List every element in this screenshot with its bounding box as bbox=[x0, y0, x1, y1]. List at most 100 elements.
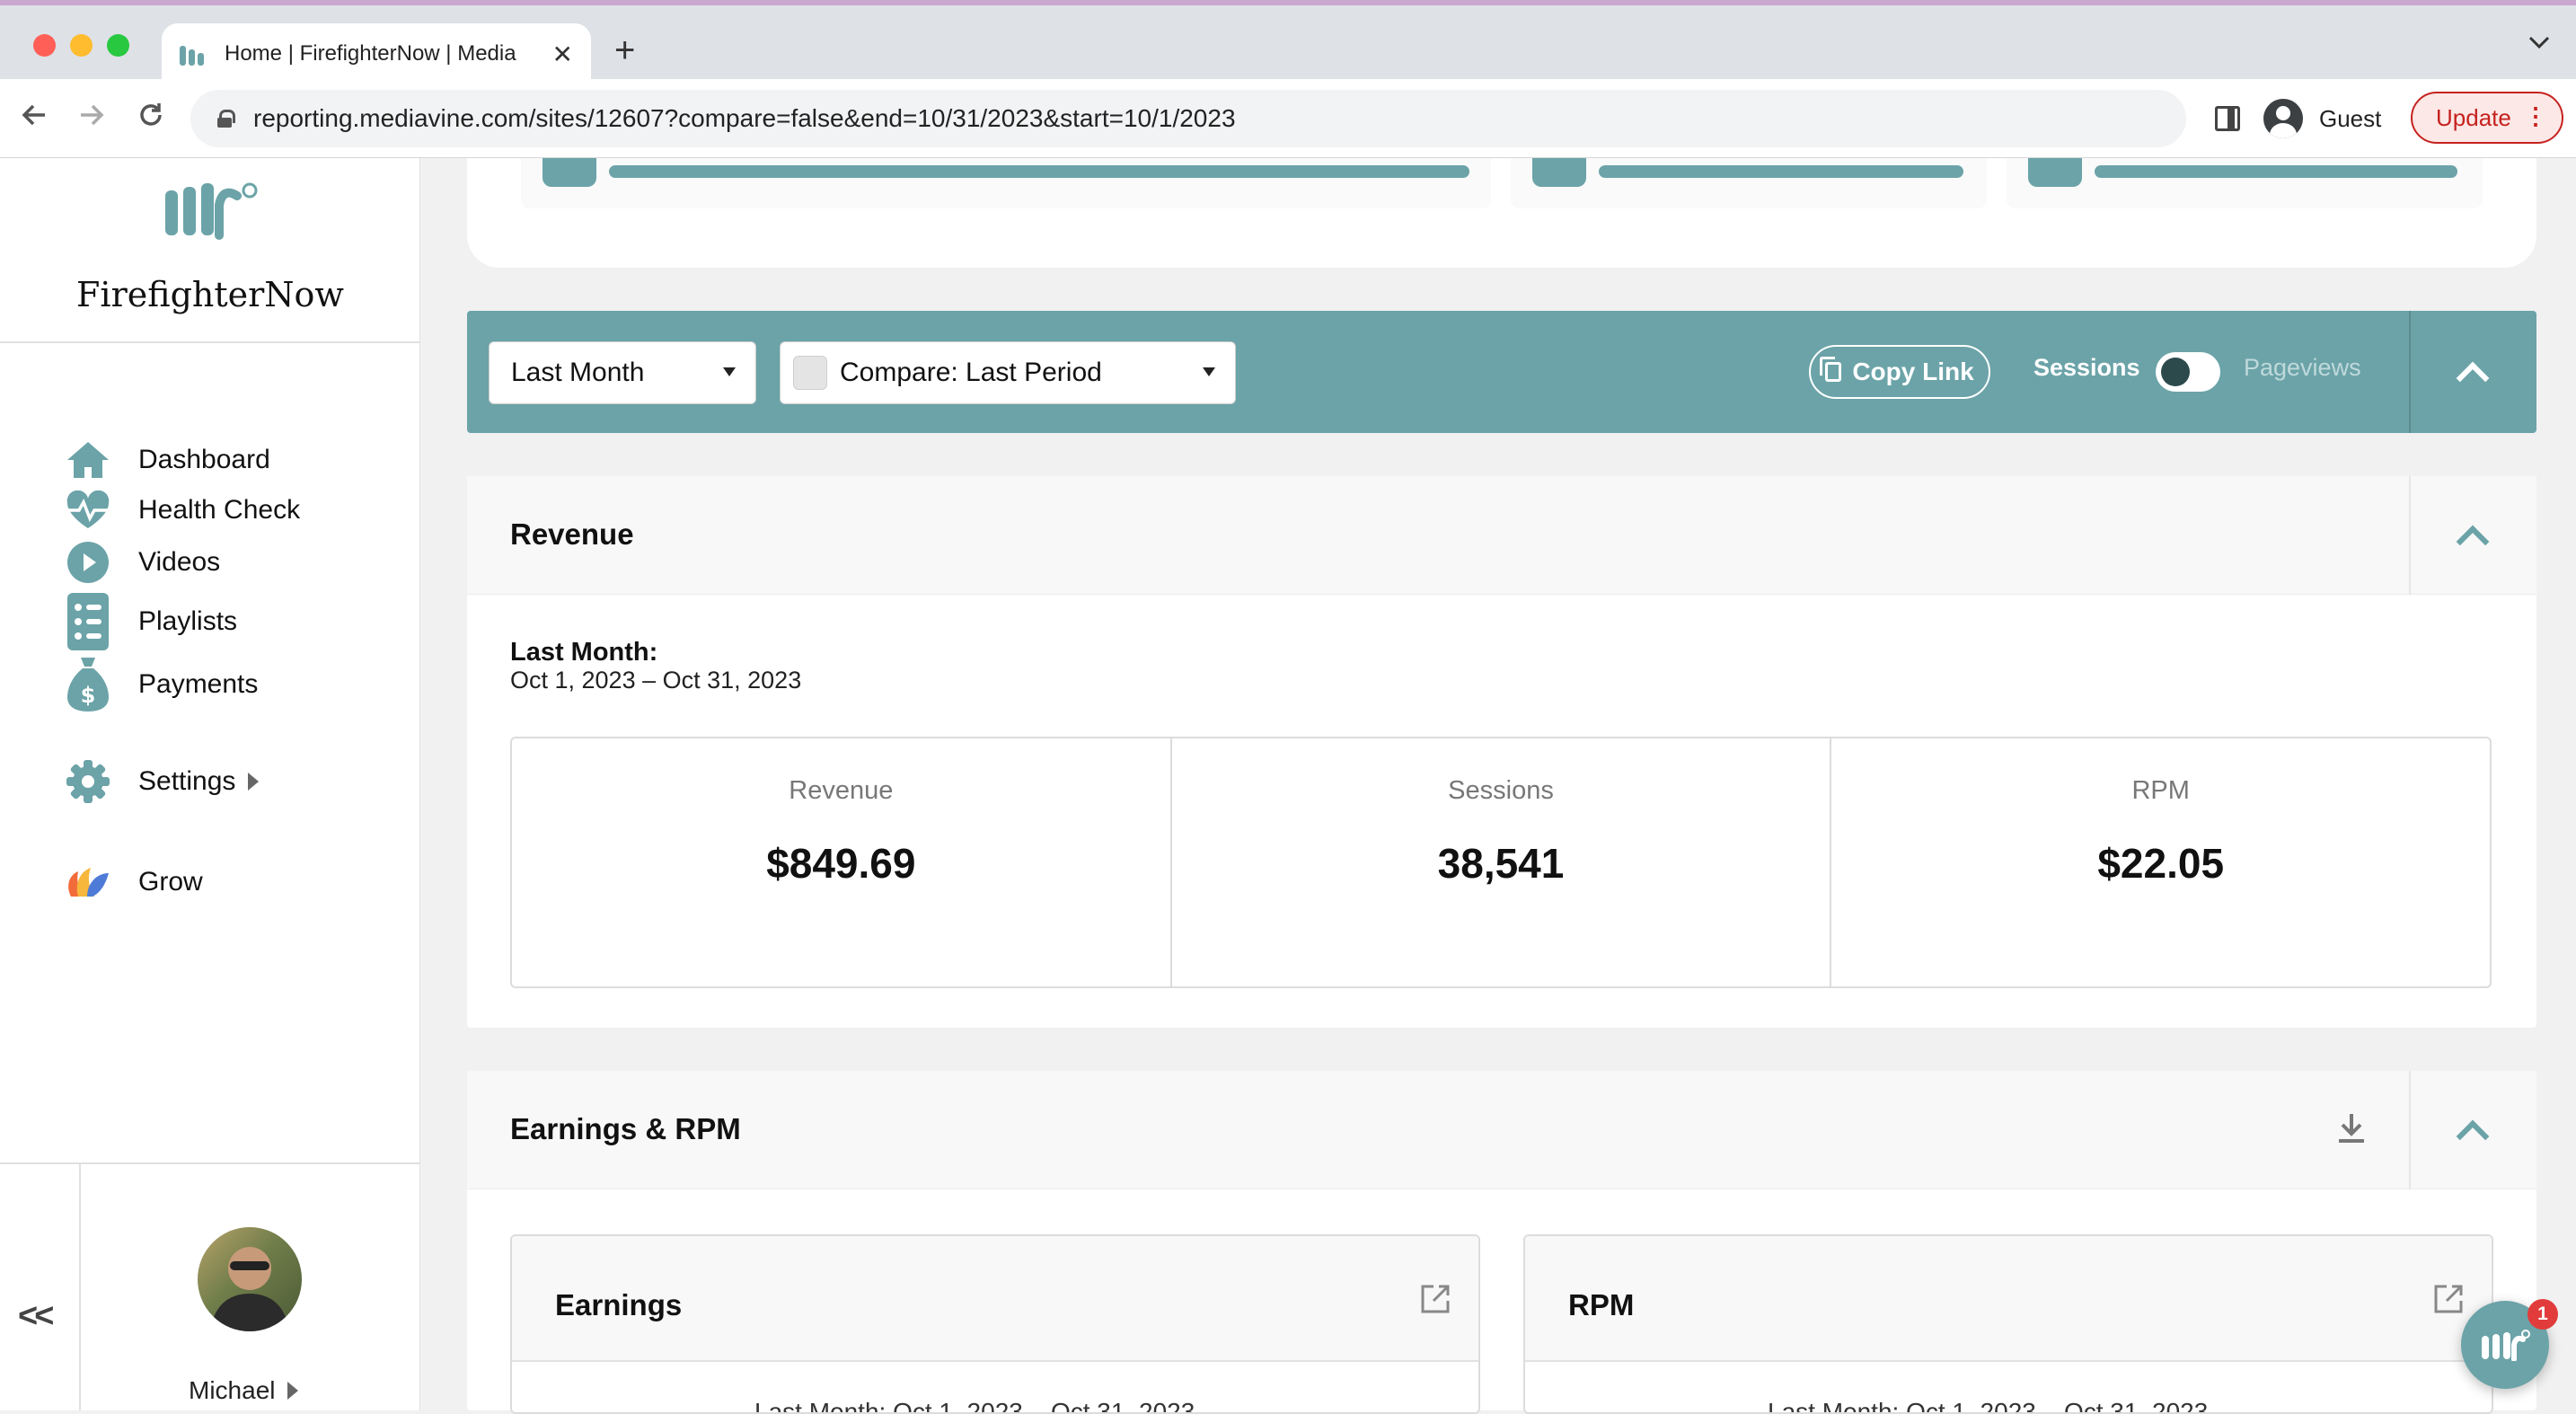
stat-label: Sessions bbox=[1448, 776, 1554, 805]
toggle-knob bbox=[2161, 358, 2190, 386]
stat-value: $849.69 bbox=[766, 840, 916, 887]
rpm-card-subtitle: Last Month: Oct 1, 2023 – Oct 31, 2023 bbox=[1768, 1398, 2209, 1414]
loading-bar bbox=[2095, 165, 2457, 178]
copy-link-label: Copy Link bbox=[1852, 358, 1974, 385]
sidebar-item-label: Playlists bbox=[138, 606, 238, 636]
rpm-card-header: RPM bbox=[1525, 1236, 2492, 1362]
earnings-card-title: Earnings bbox=[555, 1288, 683, 1321]
tab-title: Home | FirefighterNow | Media bbox=[225, 41, 516, 66]
gear-icon bbox=[65, 758, 111, 805]
sidebar-item-videos[interactable]: Videos bbox=[65, 539, 220, 586]
browser-tab-bar: Home | FirefighterNow | Media ✕ + bbox=[0, 0, 2576, 84]
quick-link-widget[interactable] bbox=[521, 158, 1491, 208]
play-circle-icon bbox=[65, 539, 111, 586]
mediavine-chat-icon bbox=[2482, 1330, 2530, 1361]
sidebar-item-payments[interactable]: $ Payments bbox=[65, 658, 259, 711]
profile-name: Guest bbox=[2319, 104, 2382, 132]
sidebar-item-dashboard[interactable]: Dashboard bbox=[65, 437, 270, 483]
revenue-panel: Revenue Last Month: Oct 1, 2023 – Oct 31… bbox=[467, 476, 2536, 1028]
compare-select[interactable]: Compare: Last Period bbox=[780, 341, 1236, 404]
toggle-label-sessions: Sessions bbox=[2033, 354, 2140, 381]
browser-toolbar: reporting.mediavine.com/sites/12607?comp… bbox=[0, 79, 2576, 158]
tab-search-chevron-icon[interactable] bbox=[2527, 34, 2551, 50]
stat-revenue: Revenue $849.69 bbox=[512, 738, 1172, 986]
reload-icon[interactable] bbox=[135, 99, 167, 131]
copy-link-button[interactable]: Copy Link bbox=[1809, 345, 1990, 399]
sidebar-item-health-check[interactable]: Health Check bbox=[65, 487, 300, 534]
period-dates: Oct 1, 2023 – Oct 31, 2023 bbox=[510, 667, 802, 694]
sidebar-item-label: Payments bbox=[138, 669, 259, 699]
filter-bar-divider bbox=[2409, 311, 2411, 433]
sessions-pageviews-toggle[interactable] bbox=[2156, 352, 2220, 392]
address-bar[interactable]: reporting.mediavine.com/sites/12607?comp… bbox=[190, 90, 2186, 147]
guest-avatar-icon bbox=[2263, 99, 2303, 138]
back-arrow-icon[interactable] bbox=[18, 99, 50, 131]
sidebar-item-label: Dashboard bbox=[138, 445, 270, 474]
more-vert-icon: ⋮ bbox=[2524, 102, 2547, 129]
period-select[interactable]: Last Month bbox=[489, 341, 756, 404]
stat-rpm: RPM $22.05 bbox=[1831, 738, 2490, 986]
mediavine-favicon-icon bbox=[180, 42, 210, 66]
code-icon bbox=[1532, 158, 1586, 187]
revenue-panel-header: Revenue bbox=[467, 476, 2536, 595]
earnings-panel-title: Earnings & RPM bbox=[510, 1112, 741, 1145]
period-label: Last Month: bbox=[510, 638, 658, 667]
panel-header-divider bbox=[2409, 476, 2411, 595]
side-panel-icon[interactable] bbox=[2215, 106, 2240, 131]
sidebar-item-label: Settings bbox=[138, 766, 236, 796]
compare-select-value: Compare: Last Period bbox=[840, 358, 1102, 387]
loading-bar bbox=[1599, 165, 1963, 178]
open-external-icon[interactable] bbox=[1419, 1283, 1451, 1315]
toggle-label-pageviews: Pageviews bbox=[2244, 354, 2361, 381]
earnings-panel-header: Earnings & RPM bbox=[467, 1071, 2536, 1189]
stat-label: Revenue bbox=[789, 776, 894, 805]
new-tab-button[interactable]: + bbox=[614, 32, 635, 68]
mediavine-logo-icon bbox=[165, 182, 258, 240]
quick-link-widget[interactable] bbox=[2007, 158, 2483, 208]
lock-icon[interactable] bbox=[217, 110, 235, 128]
home-icon bbox=[65, 437, 111, 483]
calculator-icon bbox=[543, 158, 596, 187]
window-zoom-button[interactable] bbox=[107, 34, 129, 57]
user-avatar[interactable] bbox=[198, 1227, 302, 1331]
download-icon[interactable] bbox=[2333, 1110, 2369, 1146]
update-label: Update bbox=[2436, 103, 2511, 131]
sidebar-divider bbox=[0, 341, 420, 343]
browser-tab-active[interactable]: Home | FirefighterNow | Media ✕ bbox=[162, 23, 591, 84]
sidebar-item-label: Videos bbox=[138, 547, 221, 577]
collapse-revenue-chevron-up-icon[interactable] bbox=[2456, 525, 2490, 559]
stat-value: 38,541 bbox=[1437, 840, 1565, 887]
compare-checkbox[interactable] bbox=[793, 356, 827, 390]
sidebar-item-grow[interactable]: Grow bbox=[65, 859, 203, 906]
window-close-button[interactable] bbox=[33, 34, 56, 57]
rpm-chart-card: RPM Last Month: Oct 1, 2023 – Oct 31, 20… bbox=[1523, 1234, 2493, 1414]
stat-sessions: Sessions 38,541 bbox=[1172, 738, 1832, 986]
sidebar-item-settings[interactable]: Settings bbox=[65, 758, 260, 805]
user-menu-button[interactable]: Michael bbox=[189, 1376, 299, 1405]
update-button[interactable]: Update ⋮ bbox=[2411, 92, 2563, 144]
collapse-sidebar-button[interactable]: << bbox=[18, 1297, 54, 1336]
earnings-chart-card: Earnings Last Month: Oct 1, 2023 – Oct 3… bbox=[510, 1234, 1480, 1414]
window-minimize-button[interactable] bbox=[70, 34, 93, 57]
svg-text:$: $ bbox=[81, 683, 96, 708]
profile-button[interactable]: Guest bbox=[2263, 90, 2381, 147]
sidebar-item-playlists[interactable]: Playlists bbox=[65, 593, 238, 650]
forward-arrow-icon[interactable] bbox=[75, 99, 108, 131]
tab-close-icon[interactable]: ✕ bbox=[552, 40, 573, 69]
sidebar-vertical-divider bbox=[79, 1164, 81, 1410]
earnings-card-header: Earnings bbox=[512, 1236, 1478, 1362]
gift-icon bbox=[2028, 158, 2082, 187]
url-text: reporting.mediavine.com/sites/12607?comp… bbox=[253, 104, 1236, 132]
earnings-card-subtitle: Last Month: Oct 1, 2023 – Oct 31, 2023 bbox=[754, 1398, 1195, 1414]
copy-icon bbox=[1820, 357, 1842, 382]
rpm-card-title: RPM bbox=[1568, 1288, 1635, 1321]
stat-label: RPM bbox=[2131, 776, 2190, 805]
grow-logo-icon bbox=[65, 859, 111, 906]
user-name: Michael bbox=[189, 1376, 276, 1404]
quick-link-widget[interactable] bbox=[1511, 158, 1987, 208]
dropdown-arrow-icon bbox=[1203, 367, 1215, 376]
earnings-rpm-panel: Earnings & RPM Earnings Last Month: Oct … bbox=[467, 1071, 2536, 1414]
open-external-icon[interactable] bbox=[2432, 1283, 2465, 1315]
collapse-earnings-chevron-up-icon[interactable] bbox=[2456, 1119, 2490, 1153]
collapse-filters-chevron-up-icon[interactable] bbox=[2456, 361, 2490, 395]
